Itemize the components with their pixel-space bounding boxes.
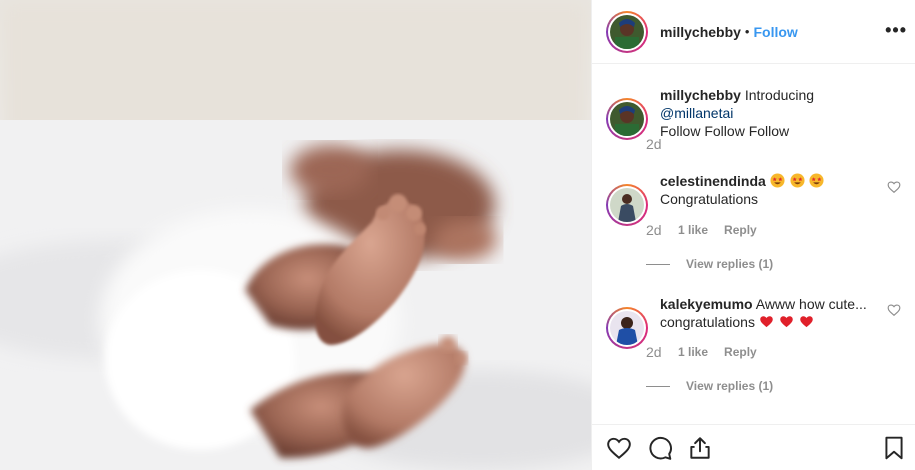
view-replies-button[interactable]: View replies (1)	[646, 379, 773, 393]
separator-dot: •	[744, 24, 750, 39]
avatar-photo-icon	[610, 311, 644, 345]
comment-text: Awww how cute...	[755, 296, 867, 312]
commenter-avatar[interactable]	[606, 307, 648, 349]
heart-icon[interactable]	[606, 435, 632, 461]
commenter-avatar[interactable]	[606, 184, 648, 226]
post-header: millychebby • Follow •••	[592, 0, 915, 64]
comment-time[interactable]: 2d	[646, 344, 678, 360]
avatar-photo-icon	[610, 14, 644, 49]
follow-button[interactable]: Follow	[753, 24, 797, 40]
comments-list: millychebby Introducing @millanetai Foll…	[592, 64, 915, 424]
view-replies-label: View replies (1)	[686, 257, 774, 271]
caption-mention-link[interactable]: @millanetai	[660, 105, 733, 121]
comment-line2: congratulations	[660, 314, 755, 330]
caption-time[interactable]: 2d	[646, 136, 678, 152]
author-username[interactable]: millychebby	[660, 24, 741, 40]
star-struck-emoji-icon	[790, 173, 805, 188]
more-options-icon[interactable]: •••	[885, 20, 907, 41]
post-actions-bar	[592, 424, 915, 470]
caption-text: Introducing	[744, 87, 815, 103]
post-photo[interactable]	[0, 0, 591, 470]
comment-likes[interactable]: 1 like	[678, 345, 708, 359]
avatar-photo-icon	[610, 102, 644, 136]
comment-meta: 2d 1 like Reply	[646, 344, 773, 360]
reply-button[interactable]: Reply	[724, 223, 757, 237]
bookmark-icon[interactable]	[881, 435, 907, 461]
comment-text: Congratulations	[660, 191, 759, 207]
red-heart-emoji-icon	[799, 316, 813, 328]
author-avatar[interactable]	[606, 10, 648, 53]
view-replies-button[interactable]: View replies (1)	[646, 257, 773, 271]
comment-meta: 2d 1 like Reply	[646, 222, 773, 238]
comment-icon[interactable]	[647, 435, 673, 461]
post-detail-panel: millychebby • Follow ••• millychebby Int…	[591, 0, 915, 470]
reply-button[interactable]: Reply	[724, 345, 757, 359]
red-heart-emoji-icon	[760, 316, 773, 328]
comment-username[interactable]: kalekyemumo	[660, 296, 753, 312]
baby-feet-photo	[0, 0, 591, 470]
replies-divider-line	[646, 385, 670, 387]
comment-time[interactable]: 2d	[646, 222, 678, 238]
star-struck-emoji-icon	[809, 173, 825, 188]
like-comment-heart-icon[interactable]	[887, 180, 901, 194]
like-comment-heart-icon[interactable]	[887, 303, 901, 317]
caption-line2: Follow Follow Follow	[660, 123, 790, 139]
caption-username[interactable]: millychebby	[660, 87, 741, 103]
avatar-photo-icon	[610, 188, 644, 222]
comment-likes[interactable]: 1 like	[678, 223, 708, 237]
view-replies-label: View replies (1)	[686, 379, 774, 393]
share-icon[interactable]	[687, 435, 713, 461]
star-struck-emoji-icon	[770, 173, 785, 188]
caption-avatar[interactable]	[606, 98, 648, 140]
replies-divider-line	[646, 263, 670, 265]
red-heart-emoji-icon	[779, 316, 793, 328]
caption-meta: 2d	[646, 136, 678, 152]
comment-username[interactable]: celestinendinda	[660, 173, 766, 189]
